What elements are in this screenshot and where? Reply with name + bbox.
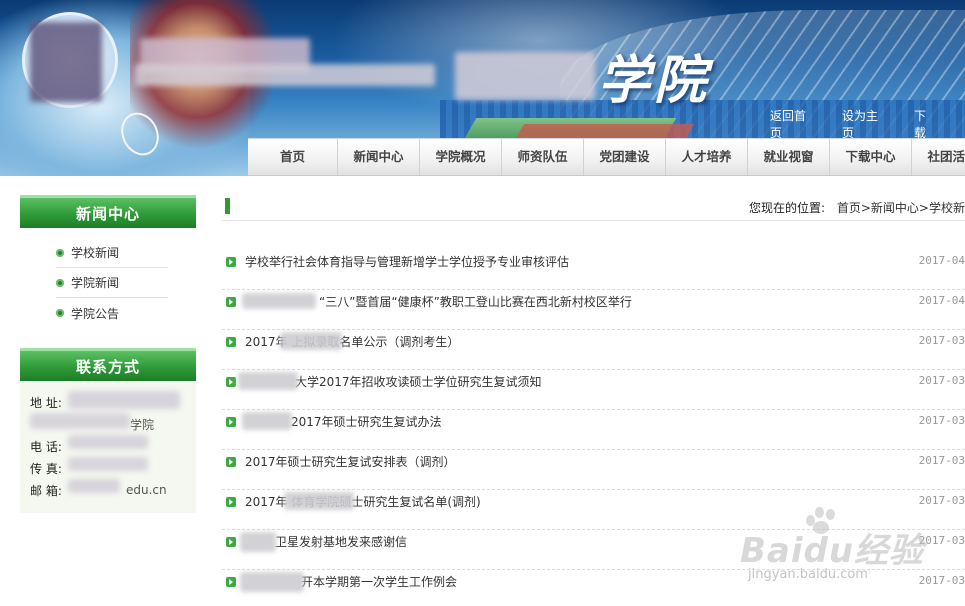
news-title[interactable]: 2017年 体育学院硕士研究生复试名单(调剂) [245, 493, 481, 510]
logo-redaction [30, 22, 102, 102]
baidu-jingyan-watermark: Baidu经验 jingyan.baidu.com [740, 505, 960, 595]
contact-value: 学院 [130, 417, 155, 432]
main-nav: 首页 新闻中心 学院概况 师资队伍 党团建设 人才培养 就业视窗 下载中心 社团… [248, 138, 965, 176]
email-redaction [68, 479, 120, 493]
title-redaction [284, 492, 354, 510]
sidebar: 新闻中心 学校新闻 学院新闻 学院公告 联系方式 地 址: 学院 电 话: 传 … [20, 195, 196, 527]
news-title[interactable]: 大学2017年招收攻读硕士学位研究生复试须知 [295, 373, 542, 390]
download-link[interactable]: 下载 [914, 107, 935, 141]
section-marker [225, 198, 230, 214]
nav-item-news[interactable]: 新闻中心 [338, 139, 420, 175]
sidebar-item-college-news[interactable]: 学院新闻 [56, 268, 168, 298]
news-date: 2017-03 [918, 334, 965, 347]
news-center-box: 新闻中心 学校新闻 学院新闻 学院公告 [20, 195, 196, 334]
arrow-bullet-icon [226, 577, 236, 587]
bullet-icon [56, 309, 64, 317]
school-english-name-redaction [135, 64, 435, 86]
news-title[interactable]: 卫星发射基地发来感谢信 [275, 533, 407, 550]
news-title[interactable]: 2017年 上拟录取名单公示（调剂考生） [245, 333, 459, 350]
nav-item-home[interactable]: 首页 [248, 139, 338, 175]
news-category-list: 学校新闻 学院新闻 学院公告 [20, 228, 196, 334]
nav-item-downloads[interactable]: 下载中心 [830, 139, 912, 175]
nav-item-education[interactable]: 人才培养 [666, 139, 748, 175]
title-redaction [242, 293, 316, 309]
title-redaction [240, 572, 304, 592]
banner-title: 学院 [598, 51, 711, 111]
contact-label: 电 话: [30, 439, 62, 454]
sidebar-item-school-news[interactable]: 学校新闻 [56, 238, 168, 268]
running-track-lane-image [515, 124, 695, 138]
nav-item-party[interactable]: 党团建设 [584, 139, 666, 175]
list-item[interactable]: 大学2017年招收攻读硕士学位研究生复试须知 2017-03 [222, 370, 965, 410]
sidebar-item-announcements[interactable]: 学院公告 [56, 298, 168, 328]
watermark-text: Baidu经验 [740, 531, 925, 571]
phone-redaction [68, 435, 148, 449]
list-item[interactable]: 2017年 上拟录取名单公示（调剂考生） 2017-03 [222, 330, 965, 370]
watermark-url: jingyan.baidu.com [748, 567, 868, 582]
arrow-bullet-icon [226, 297, 236, 307]
title-redaction [242, 412, 292, 430]
bullet-icon [56, 278, 64, 287]
breadcrumb-path[interactable]: 首页>新闻中心>学校新 [837, 201, 965, 215]
news-title[interactable]: 2017年硕士研究生复试办法 [291, 413, 442, 430]
content-header: 您现在的位置: 首页>新闻中心>学校新 [222, 195, 965, 221]
set-homepage-link[interactable]: 设为主页 [842, 107, 884, 141]
contact-box: 联系方式 地 址: 学院 电 话: 传 真: 邮 箱: edu.cn [20, 348, 196, 513]
news-title[interactable]: “三八”暨首届“健康杯”教职工登山比赛在西北新村校区举行 [319, 293, 632, 310]
title-redaction [238, 372, 298, 390]
list-item[interactable]: “三八”暨首届“健康杯”教职工登山比赛在西北新村校区举行 2017-04 [222, 290, 965, 330]
nav-item-about[interactable]: 学院概况 [420, 139, 502, 175]
contact-value[interactable]: edu.cn [126, 483, 167, 497]
news-title[interactable]: 学校举行社会体育指导与管理新增学士学位授予专业审核评估 [245, 253, 569, 270]
news-date: 2017-03 [918, 374, 965, 387]
breadcrumb: 您现在的位置: 首页>新闻中心>学校新 [749, 199, 965, 216]
fax-redaction [68, 457, 148, 471]
arrow-bullet-icon [226, 377, 236, 387]
news-date: 2017-03 [918, 414, 965, 427]
sidebar-item-label: 学院公告 [71, 306, 120, 321]
top-links: 返回首页 设为主页 下载 [770, 107, 965, 141]
contact-label: 传 真: [30, 461, 62, 476]
contact-heading: 联系方式 [20, 348, 196, 381]
list-item[interactable]: 学校举行社会体育指导与管理新增学士学位授予专业审核评估 2017-04 [222, 250, 965, 290]
contact-info: 地 址: 学院 电 话: 传 真: 邮 箱: edu.cn [20, 381, 196, 513]
bullet-icon [56, 248, 64, 257]
news-date: 2017-03 [918, 454, 965, 467]
title-redaction [240, 532, 276, 552]
news-center-heading: 新闻中心 [20, 195, 196, 228]
nav-item-employment[interactable]: 就业视窗 [748, 139, 830, 175]
contact-label: 地 址: [30, 395, 62, 410]
arrow-bullet-icon [226, 537, 236, 547]
college-name-redaction [455, 52, 595, 100]
arrow-bullet-icon [226, 457, 236, 467]
nav-item-faculty[interactable]: 师资队伍 [502, 139, 584, 175]
breadcrumb-label: 您现在的位置: [749, 201, 826, 215]
list-item[interactable]: 2017年硕士研究生复试安排表（调剂） 2017-03 [222, 450, 965, 490]
contact-label: 邮 箱: [30, 483, 62, 498]
news-date: 2017-04 [918, 254, 965, 267]
news-title[interactable]: 开本学期第一次学生工作例会 [301, 573, 457, 590]
arrow-bullet-icon [226, 337, 236, 347]
address-line2-redaction [30, 413, 130, 429]
home-link[interactable]: 返回首页 [770, 107, 812, 141]
arrow-bullet-icon [226, 417, 236, 427]
sidebar-item-label: 学院新闻 [71, 276, 120, 290]
sidebar-item-label: 学校新闻 [71, 246, 120, 260]
nav-item-clubs[interactable]: 社团活动 [912, 139, 965, 175]
news-title[interactable]: 2017年硕士研究生复试安排表（调剂） [245, 453, 456, 470]
arrow-bullet-icon [226, 497, 236, 507]
news-date: 2017-04 [918, 294, 965, 307]
title-redaction [280, 332, 342, 350]
address-redaction [68, 391, 180, 409]
arrow-bullet-icon [226, 257, 236, 267]
list-item[interactable]: 2017年硕士研究生复试办法 2017-03 [222, 410, 965, 450]
